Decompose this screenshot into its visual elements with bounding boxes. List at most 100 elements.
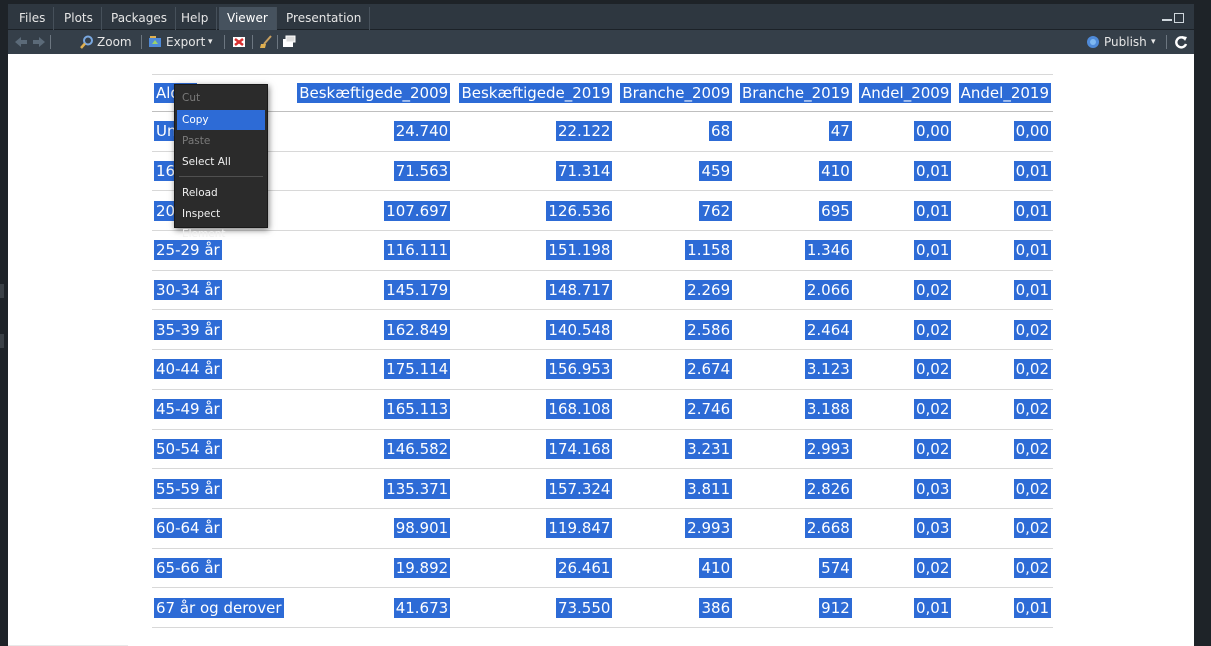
table-cell: 47 xyxy=(734,111,854,152)
table-cell-value: 148.717 xyxy=(546,280,613,301)
table-cell: 0,02 xyxy=(853,349,954,390)
table-cell: 2.993 xyxy=(614,508,735,549)
table-cell-value: 0,02 xyxy=(1013,518,1051,539)
table-cell: 73.550 xyxy=(452,587,615,628)
publish-dropdown-icon: ▾ xyxy=(1151,37,1156,47)
table-cell-value: 410 xyxy=(699,557,733,578)
table-cell-value: 0,02 xyxy=(913,438,952,459)
remove-viewer-icon[interactable] xyxy=(232,35,246,49)
menu-item-paste[interactable]: Paste xyxy=(177,131,265,151)
tab-viewer[interactable]: Viewer xyxy=(219,7,277,30)
table-cell: 0,02 xyxy=(953,389,1053,430)
right-pane-edge xyxy=(1193,0,1211,646)
left-pane-edge xyxy=(0,0,8,646)
table-cell: 26.461 xyxy=(452,548,615,589)
menu-item-select-all[interactable]: Select All xyxy=(177,152,265,172)
table-cell: 19.892 xyxy=(289,548,453,589)
table-cell: 2.586 xyxy=(614,309,735,351)
table-cell-value: 45-49 år xyxy=(154,399,222,420)
clear-all-icon[interactable] xyxy=(259,35,273,49)
table-row: 20-24 år107.697126.5367626950,010,01 xyxy=(152,190,1053,232)
popout-window-icon[interactable] xyxy=(282,35,296,49)
table-cell: 156.953 xyxy=(452,349,615,390)
table-header-row: AlderBeskæftigede_2009Beskæftigede_2019B… xyxy=(152,74,1053,112)
table-cell: 2.993 xyxy=(734,429,854,470)
table-cell-value: 0,03 xyxy=(913,478,952,499)
table-cell-value: 2.674 xyxy=(685,359,733,380)
maximize-icon[interactable] xyxy=(1174,13,1184,23)
tab-packages[interactable]: Packages xyxy=(103,7,176,30)
column-header-label: Beskæftigede_2019 xyxy=(459,83,613,103)
menu-item-reload[interactable]: Reload xyxy=(177,183,265,203)
back-arrow-icon[interactable] xyxy=(14,35,28,49)
table-cell: 55-59 år xyxy=(152,468,290,509)
table-cell: 22.122 xyxy=(452,111,615,152)
refresh-icon[interactable] xyxy=(1174,35,1188,49)
table-cell: 60-64 år xyxy=(152,508,290,549)
table-cell: 0,02 xyxy=(853,548,954,589)
table-row: Under 16 år24.74022.12268470,000,00 xyxy=(152,111,1053,152)
table-cell-value: 0,01 xyxy=(1013,200,1051,221)
table-cell-value: 26.461 xyxy=(555,557,613,578)
table-cell: 0,00 xyxy=(853,111,954,152)
table-cell-value: 19.892 xyxy=(393,557,451,578)
table-cell: 386 xyxy=(614,587,735,628)
forward-arrow-icon[interactable] xyxy=(32,35,46,49)
table-cell: 0,01 xyxy=(853,190,954,232)
publish-button[interactable]: Publish ▾ xyxy=(1082,30,1162,54)
table-cell-value: 2.993 xyxy=(804,438,852,459)
export-label: Export xyxy=(166,35,206,49)
tab-files[interactable]: Files xyxy=(11,7,55,30)
table-cell: 148.717 xyxy=(452,270,615,311)
table-cell-value: 175.114 xyxy=(384,359,451,380)
table-row: 16-19 år71.56371.3144594100,010,01 xyxy=(152,151,1053,192)
menu-item-cut[interactable]: Cut xyxy=(177,88,265,108)
table-cell: 2.668 xyxy=(734,508,854,549)
table-cell-value: 0,02 xyxy=(1013,478,1051,499)
table-cell-value: 168.108 xyxy=(546,399,613,420)
table-row: 40-44 år 175.114 156.953 2.674 3.123 0,02 0,02 xyxy=(152,349,1053,390)
tab-plots[interactable]: Plots xyxy=(56,7,102,30)
table-cell-value: 459 xyxy=(699,161,733,182)
table-cell-value: 3.188 xyxy=(804,399,852,420)
table-cell: 410 xyxy=(614,548,735,589)
publish-label: Publish xyxy=(1104,35,1147,49)
table-row: 25-29 år 116.111 151.198 1.158 1.346 0,01 0,01 xyxy=(152,230,1053,271)
column-header: Branche_2019 xyxy=(734,74,854,112)
table-row: 65-66 år 19.892 26.461 410 574 0,02 0,02 xyxy=(152,548,1053,589)
tab-presentation[interactable]: Presentation xyxy=(278,7,371,30)
toolbar-separator xyxy=(252,35,253,49)
table-cell: 0,02 xyxy=(953,508,1053,549)
table-cell: 695 xyxy=(734,190,854,232)
menu-item-copy[interactable]: Copy xyxy=(177,110,265,130)
export-button[interactable]: Export ▾ xyxy=(146,30,216,54)
table-cell: 2.269 xyxy=(614,270,735,311)
table-cell: 0,03 xyxy=(853,468,954,509)
table-row: 35-39 år 162.849 140.548 2.586 2.464 0,02 0,02 xyxy=(152,309,1053,351)
table-cell: 30-34 år xyxy=(152,270,290,311)
table-row: 67 år og derover 41.673 73.550 386 912 0,01 0,… xyxy=(152,587,1053,628)
table-cell-value: 165.113 xyxy=(384,399,451,420)
table-cell-value: 0,00 xyxy=(1013,121,1051,142)
menu-item-inspect-element[interactable]: Inspect Element xyxy=(177,204,265,240)
table-cell: 0,03 xyxy=(853,508,954,549)
table-cell-value: 135.371 xyxy=(384,478,451,499)
table-cell-value: 145.179 xyxy=(384,280,451,301)
splitter-handle[interactable] xyxy=(0,284,4,298)
table-cell: 0,01 xyxy=(953,190,1053,232)
table-cell: 2.066 xyxy=(734,270,854,311)
table-row: 60-64 år 98.901 119.847 2.993 2.668 0,03 0,02 xyxy=(152,508,1053,549)
tab-help[interactable]: Help xyxy=(173,7,218,30)
minimize-icon[interactable] xyxy=(1162,19,1172,21)
splitter-handle[interactable] xyxy=(0,334,4,348)
column-header: Andel_2009 xyxy=(853,74,954,112)
table-cell-value: 1.346 xyxy=(804,240,852,261)
table-cell-value: 410 xyxy=(819,161,852,182)
table-cell-value: 2.993 xyxy=(685,518,733,539)
table-cell-value: 912 xyxy=(819,597,852,618)
table-cell: 41.673 xyxy=(289,587,453,628)
table-row: 55-59 år 135.371 157.324 3.811 2.826 0,03 0,02 xyxy=(152,468,1053,509)
table-cell-value: 0,02 xyxy=(913,280,952,301)
zoom-button[interactable]: Zoom xyxy=(56,30,134,54)
table-cell: 140.548 xyxy=(452,309,615,351)
